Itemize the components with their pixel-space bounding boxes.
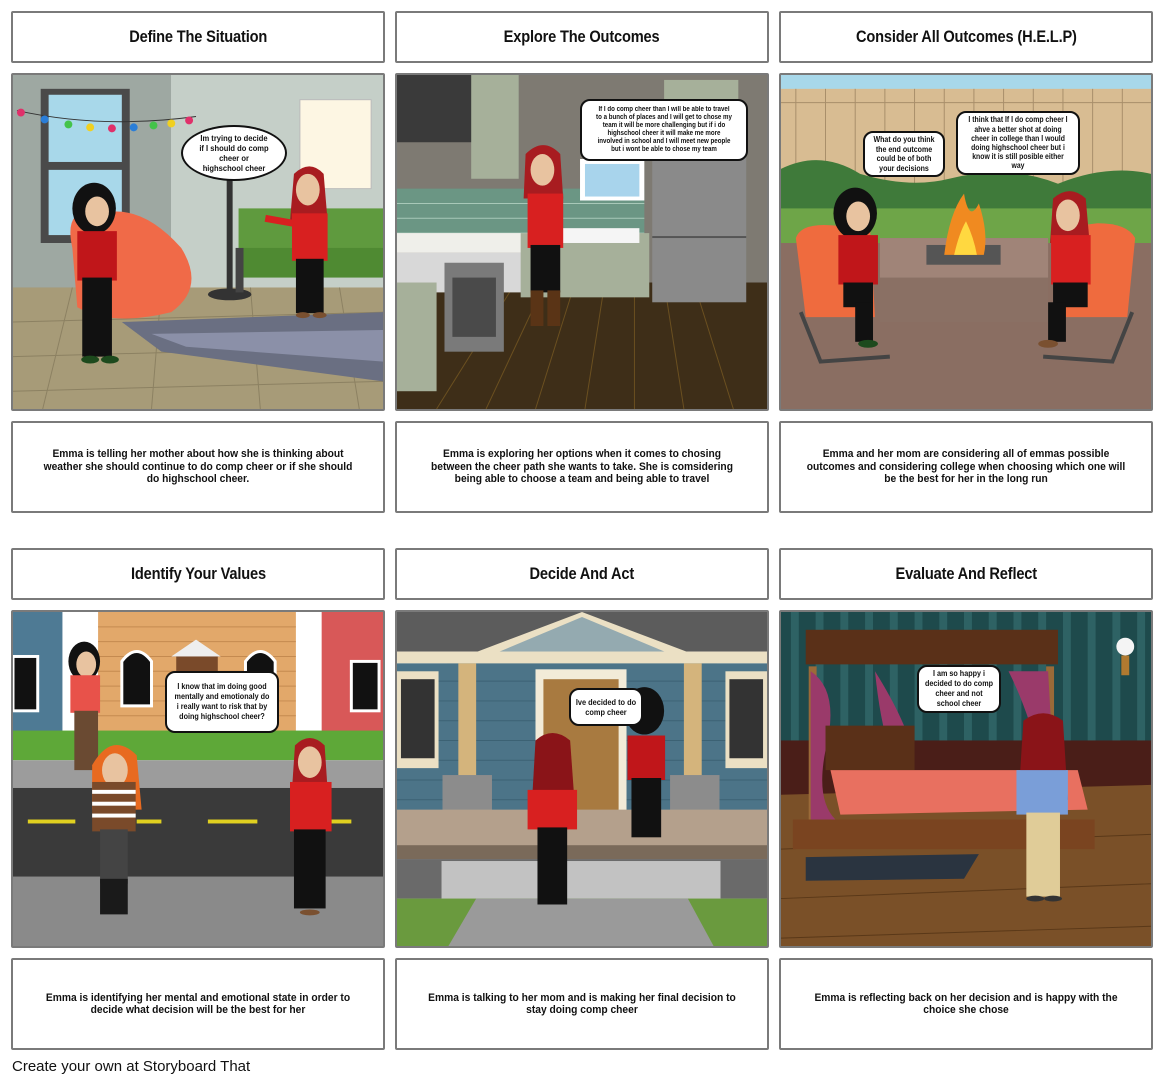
panel-3-scene: What do you think the end outcome could …: [779, 73, 1153, 411]
bedroom-illustration: [781, 612, 1151, 946]
panel-description: Emma and her mom are considering all of …: [806, 448, 1126, 486]
panel-6-title-box: Evaluate And Reflect: [779, 548, 1153, 600]
speech-bubble: Ive decided to do comp cheer: [569, 688, 643, 726]
panel-2-title-box: Explore The Outcomes: [395, 11, 769, 63]
panel-3-title-box: Consider All Outcomes (H.E.L.P): [779, 11, 1153, 63]
panel-title: Define The Situation: [129, 27, 267, 46]
panel-1-scene: Im trying to decide if I should do comp …: [11, 73, 385, 411]
street-illustration: [13, 612, 383, 946]
panel-description: Emma is identifying her mental and emoti…: [45, 991, 351, 1017]
panel-title: Evaluate And Reflect: [895, 564, 1037, 583]
speech-bubble: Im trying to decide if I should do comp …: [181, 125, 287, 181]
panel-4-description-box: Emma is identifying her mental and emoti…: [11, 958, 385, 1050]
panel-5-scene: Ive decided to do comp cheer: [395, 610, 769, 948]
panel-title: Decide And Act: [529, 564, 635, 583]
panel-description: Emma is telling her mother about how she…: [43, 448, 353, 486]
porch-illustration: [397, 612, 767, 946]
panel-description: Emma is talking to her mom and is making…: [428, 991, 736, 1017]
living-room-illustration: [13, 75, 383, 409]
panel-title: Consider All Outcomes (H.E.L.P): [855, 27, 1077, 46]
panel-6-scene: I am so happy i decided to do comp cheer…: [779, 610, 1153, 948]
panel-description: Emma is exploring her options when it co…: [431, 448, 733, 486]
panel-5-description-box: Emma is talking to her mom and is making…: [395, 958, 769, 1050]
panel-1-title-box: Define The Situation: [11, 11, 385, 63]
panel-description: Emma is reflecting back on her decision …: [814, 991, 1118, 1017]
panel-title: Identify Your Values: [130, 564, 266, 583]
panel-4-title-box: Identify Your Values: [11, 548, 385, 600]
speech-bubble: If I do comp cheer than I will be able t…: [580, 99, 748, 161]
panel-6-description-box: Emma is reflecting back on her decision …: [779, 958, 1153, 1050]
speech-bubble: What do you think the end outcome could …: [863, 131, 945, 177]
emma-character: [290, 737, 332, 916]
speech-bubble: I think that If I do comp cheer I ahve a…: [956, 111, 1080, 175]
speech-bubble: I know that im doing good mentally and e…: [165, 671, 279, 733]
panel-5-title-box: Decide And Act: [395, 548, 769, 600]
panel-title: Explore The Outcomes: [504, 27, 660, 46]
panel-4-scene: I know that im doing good mentally and e…: [11, 610, 385, 948]
storyboard-that-footer-link[interactable]: Create your own at Storyboard That: [12, 1058, 250, 1075]
panel-3-description-box: Emma and her mom are considering all of …: [779, 421, 1153, 513]
speech-bubble: I am so happy i decided to do comp cheer…: [917, 665, 1001, 713]
panel-2-description-box: Emma is exploring her options when it co…: [395, 421, 769, 513]
panel-2-scene: If I do comp cheer than I will be able t…: [395, 73, 769, 411]
panel-1-description-box: Emma is telling her mother about how she…: [11, 421, 385, 513]
